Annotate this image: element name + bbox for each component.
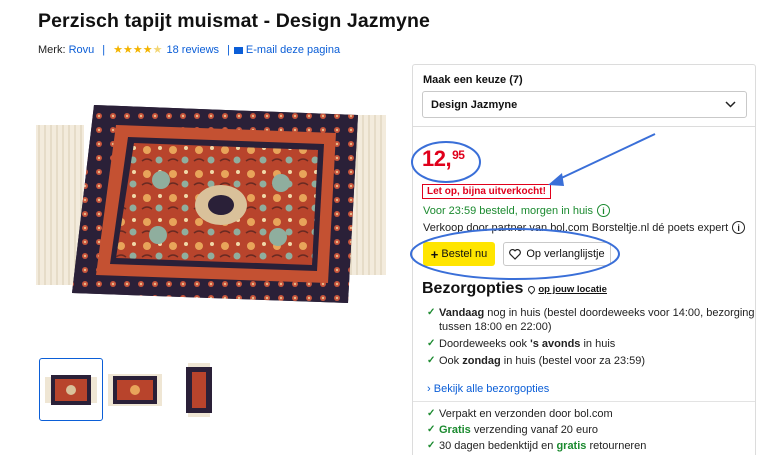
thumbnail-rug-image [186,362,212,417]
wishlist-button[interactable]: Op verlanglijstje [503,242,611,266]
main-product-image[interactable] [36,95,386,310]
check-icon: ✓ [427,355,436,366]
location-label: op jouw locatie [538,284,607,295]
option-text: Ook [439,355,463,367]
usp-bold: Gratis [439,424,471,436]
delivery-promise: Voor 23:59 besteld, morgen in huis i [423,204,611,217]
shipping-option-evening: ✓ Doordeweeks ook 's avonds in huis [427,337,615,351]
thumbnail-rug-image [45,374,97,405]
buy-now-label: Bestel nu [441,248,488,260]
seller-info: Verkoop door partner van bol.com Borstel… [423,221,746,234]
thumbnail-rug-image [108,373,162,406]
thumbnail-3[interactable] [167,358,231,421]
thumbnail-2[interactable] [103,358,167,421]
usp-text: retourneren [586,440,647,452]
price: 12, 95 [422,146,465,172]
option-bold: 's avonds [530,338,581,350]
usp-returns: ✓ 30 dagen bedenktijd en gratis retourne… [427,439,646,453]
usp-packed: ✓ Verpakt en verzonden door bol.com [427,407,613,421]
delivery-text: Voor 23:59 besteld, morgen in huis [423,204,594,217]
option-bold: zondag [462,355,501,367]
mail-icon [233,46,243,54]
check-icon: ✓ [427,408,436,419]
heart-icon [509,248,522,260]
divider [412,126,756,127]
shipping-options-heading: Bezorgopties op jouw locatie [422,280,607,298]
variant-select-value: Design Jazmyne [431,98,518,111]
price-whole: 12, [422,146,452,171]
buy-now-button[interactable]: + Bestel nu [423,242,495,266]
stock-warning-badge: Let op, bijna uitverkocht! [422,184,551,199]
all-shipping-options-link[interactable]: › Bekijk alle bezorgopties [427,383,549,395]
location-link[interactable]: op jouw locatie [526,284,607,295]
wishlist-label: Op verlanglijstje [526,248,605,260]
chevron-right-icon: › [427,383,431,395]
check-icon: ✓ [427,440,436,451]
plus-icon: + [430,246,439,262]
info-icon[interactable]: i [597,204,611,217]
seller-text: Verkoop door partner van bol.com Borstel… [423,221,729,234]
brand-prefix: Merk: [38,44,66,56]
thumbnail-1[interactable] [39,358,103,421]
location-pin-icon [526,284,537,295]
check-icon: ✓ [427,338,436,349]
option-text: Doordeweeks ook [439,338,531,350]
rating-stars: ★ ★ ★ ★ ★ [113,43,163,56]
check-icon: ✓ [427,424,436,435]
email-page-link[interactable]: E-mail deze pagina [246,44,340,56]
usp-text: 30 dagen bedenktijd en [439,440,557,452]
chevron-down-icon [725,101,736,108]
option-text: in huis [580,338,616,350]
choice-label: Maak een keuze (7) [423,74,523,86]
usp-free-shipping: ✓ Gratis verzending vanaf 20 euro [427,423,598,437]
usp-text: Verpakt en verzonden door bol.com [439,408,613,420]
shipping-option-today-line2: tussen 18:00 en 22:00) [439,321,552,333]
shipping-title: Bezorgopties [422,280,524,297]
option-text: in huis (bestel voor za 23:59) [500,355,646,367]
product-title: Perzisch tapijt muismat - Design Jazmyne [38,10,430,32]
check-icon: ✓ [427,307,436,318]
price-cents: 95 [452,148,465,162]
usp-bold: gratis [556,440,587,452]
divider [413,401,755,402]
reviews-link[interactable]: 18 reviews [166,44,219,56]
option-bold: Vandaag [439,307,485,319]
product-meta: Merk: Rovu | ★ ★ ★ ★ ★ 18 reviews | E-mail d… [38,44,340,56]
shipping-option-today: ✓ Vandaag nog in huis (bestel doordeweek… [427,306,755,320]
info-icon[interactable]: i [732,221,746,234]
separator: | [102,44,106,56]
all-shipping-options-label: Bekijk alle bezorgopties [433,383,550,395]
option-text: nog in huis (bestel doordeweeks voor 14:… [484,307,755,319]
brand-link[interactable]: Rovu [69,44,95,56]
usp-text: verzending vanaf 20 euro [470,424,598,436]
shipping-option-sunday: ✓ Ook zondag in huis (bestel voor za 23:… [427,354,645,368]
variant-select[interactable]: Design Jazmyne [422,91,747,118]
separator: | [227,44,230,56]
